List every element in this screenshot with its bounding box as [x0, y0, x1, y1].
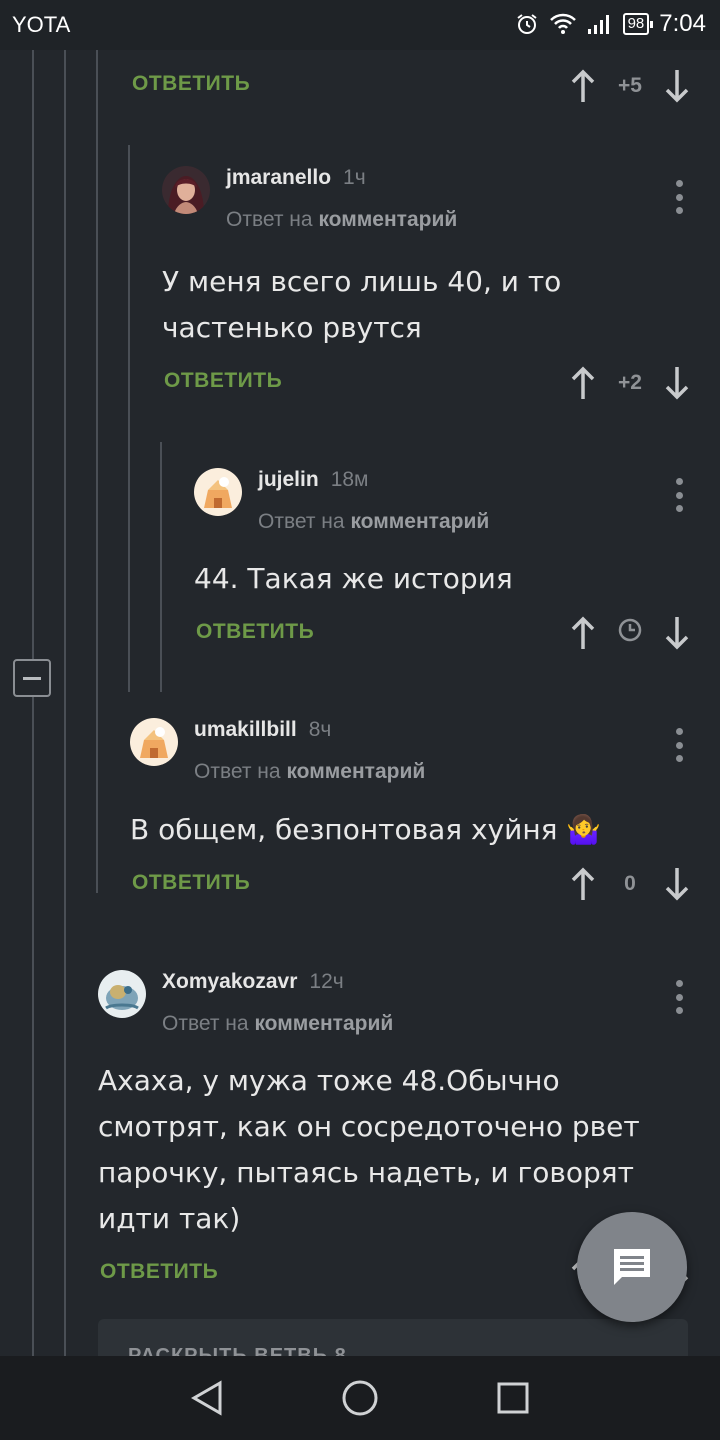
thread-line — [32, 50, 34, 1356]
comment-header: Xomyakozavr 12ч Ответ на комментарий — [98, 970, 393, 1036]
avatar[interactable] — [162, 166, 210, 214]
back-button[interactable] — [177, 1368, 237, 1428]
comment-actions: ОТВЕТИТЬ — [196, 620, 314, 644]
reply-button[interactable]: ОТВЕТИТЬ — [196, 620, 314, 644]
username[interactable]: umakillbill — [194, 718, 297, 742]
expand-branch-button[interactable]: РАСКРЫТЬ ВЕТВЬ 8 — [98, 1319, 688, 1356]
comment-header: jmaranello 1ч Ответ на комментарий — [162, 166, 457, 232]
downvote-arrow-icon[interactable] — [662, 864, 692, 904]
avatar[interactable] — [98, 970, 146, 1018]
reply-to-link[interactable]: комментарий — [286, 760, 425, 783]
clock: 7:04 — [659, 10, 706, 37]
battery-icon: 98 — [622, 13, 653, 35]
reply-to-link[interactable]: комментарий — [318, 208, 457, 231]
comment-header: umakillbill 8ч Ответ на комментарий — [130, 718, 425, 784]
reply-to-label: Ответ на комментарий — [194, 760, 426, 783]
downvote-arrow-icon[interactable] — [662, 363, 692, 403]
system-nav-bar — [0, 1356, 720, 1440]
comments-feed[interactable]: ОТВЕТИТЬ +5 jmaranello 1ч Ответ на комме… — [0, 50, 720, 1356]
back-triangle-icon — [190, 1380, 222, 1416]
reply-button[interactable]: ОТВЕТИТЬ — [132, 72, 250, 96]
comment-text: В общем, безпонтовая хуйня 🤷‍♀️ — [130, 813, 602, 846]
expand-branch-label: РАСКРЫТЬ ВЕТВЬ 8 — [128, 1345, 347, 1356]
thread-line — [160, 442, 162, 692]
upvote-arrow-icon[interactable] — [568, 363, 598, 403]
collapse-thread-button[interactable] — [13, 659, 51, 697]
avatar[interactable] — [130, 718, 178, 766]
reply-to-label: Ответ на комментарий — [226, 208, 458, 231]
recents-button[interactable] — [483, 1368, 543, 1428]
more-options-icon[interactable] — [674, 180, 684, 214]
comment-icon — [614, 1249, 650, 1285]
comment-text: 44. Такая же история — [194, 562, 513, 595]
downvote-arrow-icon[interactable] — [662, 613, 692, 653]
upvote-arrow-icon[interactable] — [568, 613, 598, 653]
more-options-icon[interactable] — [674, 478, 684, 512]
comment-actions: ОТВЕТИТЬ — [100, 1260, 218, 1284]
comment-text: Ахаха, у мужа тоже 48.Обычно смотрят, ка… — [98, 1064, 640, 1235]
comment-time: 18м — [330, 468, 369, 491]
comment-actions: ОТВЕТИТЬ — [164, 369, 282, 393]
recents-square-icon — [497, 1382, 529, 1414]
comment-header: jujelin 18м Ответ на комментарий — [194, 468, 489, 534]
wifi-icon — [549, 13, 576, 34]
reply-to-label: Ответ на комментарий — [258, 510, 490, 533]
reply-button[interactable]: ОТВЕТИТЬ — [132, 871, 250, 895]
home-circle-icon — [342, 1380, 378, 1416]
reply-to-link[interactable]: комментарий — [350, 510, 489, 533]
pending-clock-icon — [612, 617, 648, 649]
carrier-name: YOTA — [12, 12, 71, 37]
alarm-icon — [516, 14, 537, 34]
rating-score: 0 — [624, 872, 636, 895]
comment-text: У меня всего лишь 40, и то частенько рву… — [162, 265, 562, 344]
username[interactable]: Xomyakozavr — [162, 970, 297, 994]
comment-actions: ОТВЕТИТЬ — [132, 871, 250, 895]
write-comment-button[interactable] — [577, 1212, 687, 1322]
comment-time: 12ч — [309, 970, 344, 993]
username[interactable]: jujelin — [258, 468, 319, 492]
comment-time: 8ч — [308, 718, 332, 741]
thread-line — [96, 50, 98, 893]
home-button[interactable] — [330, 1368, 390, 1428]
username[interactable]: jmaranello — [226, 166, 331, 190]
thread-line — [128, 145, 130, 692]
vote-controls — [568, 613, 692, 653]
reply-to-link[interactable]: комментарий — [254, 1012, 393, 1035]
reply-button[interactable]: ОТВЕТИТЬ — [100, 1260, 218, 1284]
rating-score: +2 — [618, 371, 642, 394]
signal-icon — [587, 15, 609, 34]
rating-score: +5 — [618, 74, 642, 97]
reply-to-label: Ответ на комментарий — [162, 1012, 394, 1035]
vote-controls: 0 — [568, 864, 692, 904]
thread-line — [64, 50, 66, 1356]
more-options-icon[interactable] — [674, 980, 684, 1014]
upvote-arrow-icon[interactable] — [568, 864, 598, 904]
avatar[interactable] — [194, 468, 242, 516]
upvote-arrow-icon[interactable] — [568, 66, 598, 106]
more-options-icon[interactable] — [674, 728, 684, 762]
vote-controls: +2 — [568, 363, 692, 403]
downvote-arrow-icon[interactable] — [662, 66, 692, 106]
vote-controls: +5 — [568, 66, 692, 106]
comment-time: 1ч — [343, 166, 366, 189]
status-bar: YOTA 98 7:04 — [0, 0, 720, 50]
reply-button[interactable]: ОТВЕТИТЬ — [164, 369, 282, 393]
